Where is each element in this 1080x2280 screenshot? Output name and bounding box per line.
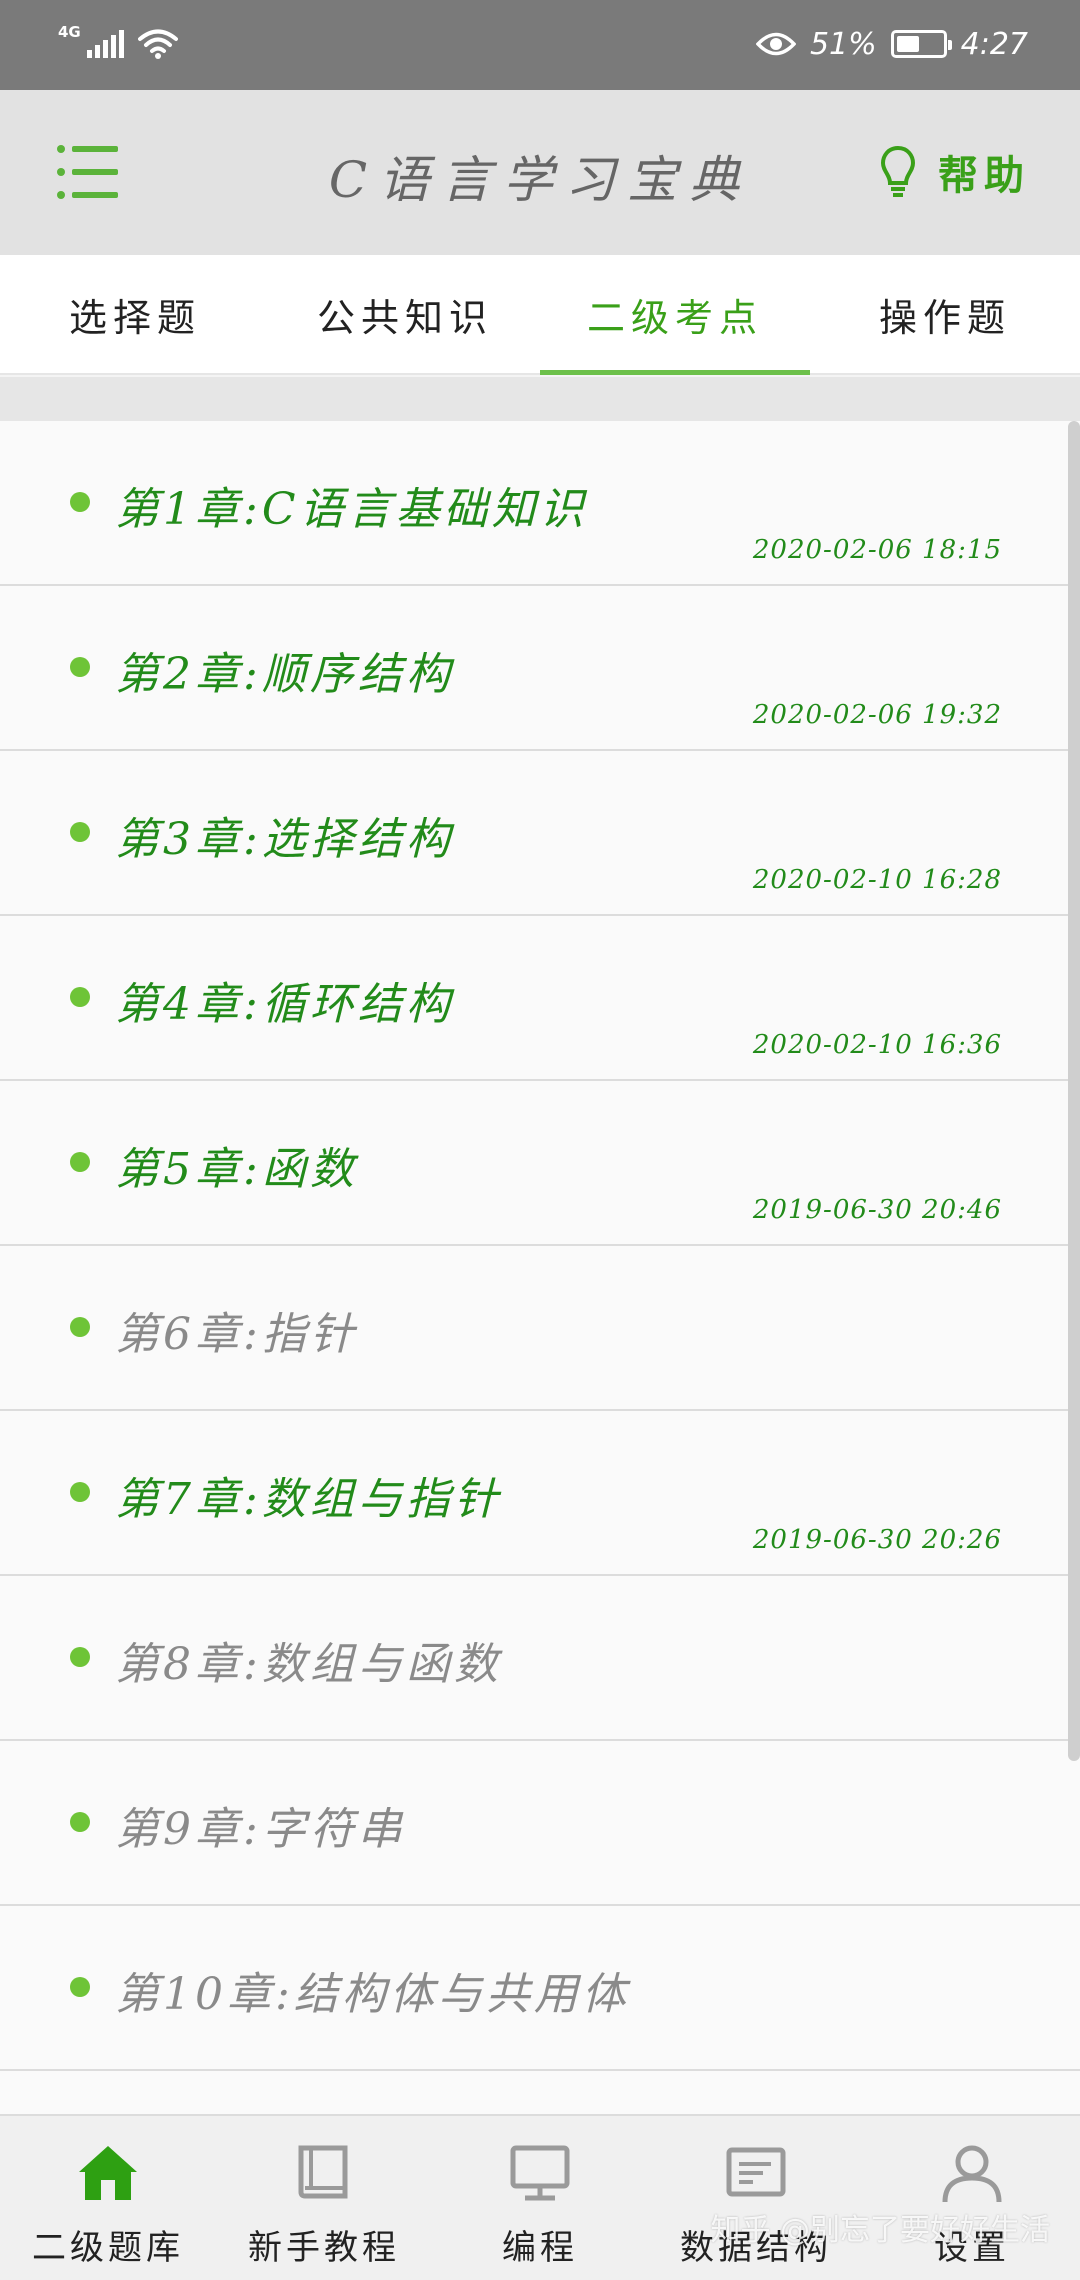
bullet-dot: [70, 822, 90, 842]
chapter-item[interactable]: [0, 2071, 1080, 2114]
bullet-dot: [70, 1152, 90, 1172]
nav-tutorial[interactable]: 新手教程: [216, 2116, 432, 2280]
chapter-title: 第7章:数组与指针: [115, 1474, 502, 1525]
signal-icon: [86, 30, 124, 58]
wifi-icon: [137, 29, 178, 59]
bullet-dot: [70, 1647, 90, 1667]
chapter-title: 第9章:字符串: [115, 1804, 406, 1855]
tab-operation-questions[interactable]: 操作题: [810, 255, 1080, 373]
chapter-date: 2020-02-06 19:32: [752, 700, 1002, 730]
chapter-title: 第2章:顺序结构: [115, 649, 454, 700]
bottom-nav: 二级题库 新手教程 编程 数据结构 设置: [0, 2114, 1080, 2280]
nav-settings[interactable]: 设置: [864, 2116, 1080, 2280]
battery-icon: [890, 30, 952, 58]
watermark: 知乎 @别忘了要好好生活: [710, 2213, 1050, 2248]
app-bar: C语言学习宝典 帮助: [0, 90, 1080, 255]
chapter-item[interactable]: 第1章:C语言基础知识 2020-02-06 18:15: [0, 421, 1080, 586]
bullet-dot: [70, 1317, 90, 1337]
chapter-item[interactable]: 第3章:选择结构 2020-02-10 16:28: [0, 751, 1080, 916]
chapter-date: 2019-06-30 20:46: [752, 1195, 1002, 1225]
monitor-icon: [510, 2145, 570, 2201]
nav-label: 二级题库: [32, 2228, 184, 2268]
status-bar: 4G 51% 4:27: [0, 0, 1080, 90]
help-label: 帮助: [938, 153, 1030, 199]
bullet-dot: [70, 1482, 90, 1502]
tab-level2-points[interactable]: 二级考点: [540, 255, 810, 375]
chapter-title: 第6章:指针: [115, 1309, 358, 1360]
chapter-item[interactable]: 第2章:顺序结构 2020-02-06 19:32: [0, 586, 1080, 751]
nav-label: 新手教程: [248, 2228, 400, 2268]
user-icon: [942, 2145, 1002, 2203]
chapter-title: 第1章:C语言基础知识: [115, 484, 588, 535]
status-left: 4G: [58, 22, 178, 66]
lightbulb-icon: [880, 145, 916, 197]
data-structure-icon: [726, 2147, 786, 2197]
status-right: 51% 4:27: [755, 22, 1028, 66]
battery-percent: 51%: [809, 26, 877, 62]
nav-question-bank[interactable]: 二级题库: [0, 2116, 216, 2280]
tab-bar: 选择题 公共知识 二级考点 操作题: [0, 255, 1080, 375]
chapter-date: 2020-02-06 18:15: [752, 535, 1002, 565]
tab-choice-questions[interactable]: 选择题: [0, 255, 270, 373]
chapter-title: 第10章:结构体与共用体: [115, 1969, 630, 2020]
bullet-dot: [70, 1812, 90, 1832]
chapter-title: 第3章:选择结构: [115, 814, 454, 865]
bullet-dot: [70, 987, 90, 1007]
nav-data-structures[interactable]: 数据结构: [648, 2116, 864, 2280]
bullet-dot: [70, 657, 90, 677]
tab-label: 操作题: [878, 295, 1011, 340]
book-icon: [298, 2145, 348, 2199]
chapter-item[interactable]: 第6章:指针: [0, 1246, 1080, 1411]
chapter-item[interactable]: 第8章:数组与函数: [0, 1576, 1080, 1741]
bullet-dot: [70, 1977, 90, 1997]
chapter-item[interactable]: 第9章:字符串: [0, 1741, 1080, 1906]
divider-strip: [0, 377, 1080, 421]
chapter-title: 第8章:数组与函数: [115, 1639, 502, 1690]
chapter-item[interactable]: 第4章:循环结构 2020-02-10 16:36: [0, 916, 1080, 1081]
tab-label: 选择题: [68, 295, 201, 340]
eye-icon: [755, 32, 796, 56]
chapter-title: 第5章:函数: [115, 1144, 358, 1195]
chapter-item[interactable]: 第5章:函数 2019-06-30 20:46: [0, 1081, 1080, 1246]
chapter-list[interactable]: 第1章:C语言基础知识 2020-02-06 18:15 第2章:顺序结构 2020-…: [0, 421, 1080, 2114]
chapter-date: 2020-02-10 16:36: [752, 1030, 1002, 1060]
help-button[interactable]: 帮助: [880, 140, 1030, 204]
nav-programming[interactable]: 编程: [432, 2116, 648, 2280]
nav-label: 编程: [502, 2228, 578, 2268]
tab-label: 二级考点: [586, 295, 763, 340]
chapter-item[interactable]: 第7章:数组与指针 2019-06-30 20:26: [0, 1411, 1080, 1576]
bullet-dot: [70, 492, 90, 512]
home-icon: [79, 2146, 137, 2200]
scrollbar[interactable]: [1068, 421, 1080, 1761]
network-type: 4G: [58, 23, 81, 41]
chapter-title: 第4章:循环结构: [115, 979, 454, 1030]
chapter-item[interactable]: 第10章:结构体与共用体: [0, 1906, 1080, 2071]
tab-public-knowledge[interactable]: 公共知识: [270, 255, 540, 373]
chapter-date: 2020-02-10 16:28: [752, 865, 1002, 895]
tab-label: 公共知识: [316, 295, 493, 340]
chapter-date: 2019-06-30 20:26: [752, 1525, 1002, 1555]
clock: 4:27: [960, 26, 1028, 62]
